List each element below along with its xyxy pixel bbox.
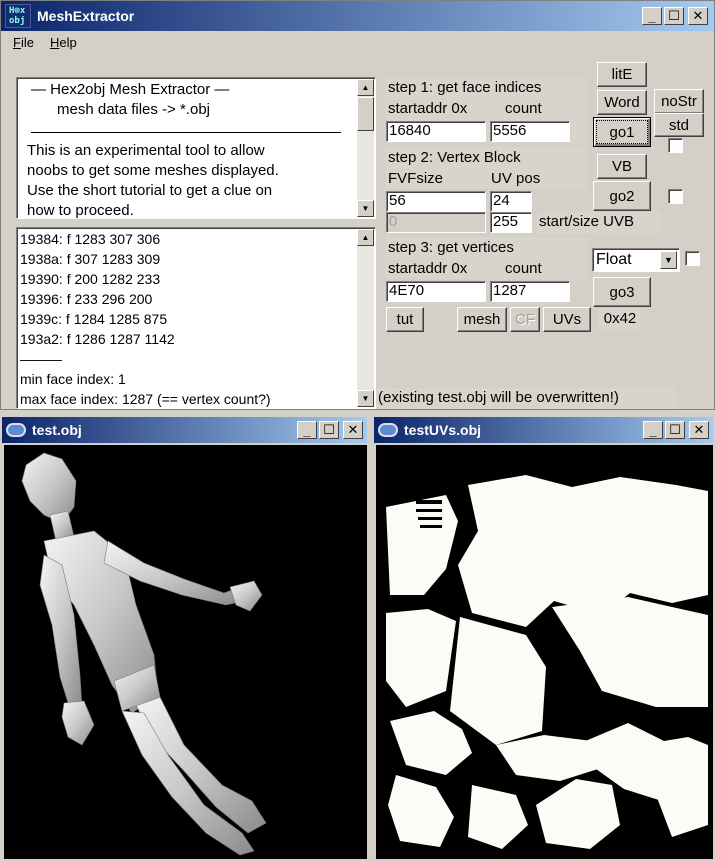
hex-value-label: 0x42 (598, 309, 640, 331)
status-text: (existing test.obj will be overwritten!) (376, 388, 676, 409)
description-line: This is an experimental tool to allow (27, 142, 265, 159)
go2-button[interactable]: go2 (593, 181, 651, 211)
menubar: File Help (1, 31, 714, 53)
step1-title: step 1: get face indices (388, 79, 542, 96)
menu-help[interactable]: Help (50, 35, 77, 50)
close-button[interactable]: ✕ (689, 421, 709, 439)
menu-file[interactable]: File (13, 35, 34, 50)
mesh-viewport[interactable] (4, 445, 367, 859)
mesh-window-title: test.obj (32, 422, 82, 438)
maximize-button[interactable]: ☐ (665, 421, 685, 439)
minimize-button[interactable]: _ (643, 421, 663, 439)
face-line: 19384: f 1283 307 306 (20, 231, 161, 247)
close-button[interactable]: ✕ (688, 7, 708, 25)
go3-button[interactable]: go3 (593, 277, 651, 307)
fvfsize-input[interactable]: 56 (386, 191, 486, 212)
word-button[interactable]: Word (597, 90, 647, 115)
description-line: how to proceed. (27, 202, 134, 219)
step1-count-input[interactable]: 5556 (490, 121, 570, 142)
mesh-render (21, 452, 267, 856)
fvfsize-label: FVFsize (388, 170, 444, 187)
format-checkbox[interactable] (685, 251, 700, 266)
description-heading: — Hex2obj Mesh Extractor — (31, 81, 230, 98)
main-titlebar[interactable]: H⊕x obj MeshExtractor _ ☐ ✕ (1, 1, 714, 31)
minimize-button[interactable]: _ (297, 421, 317, 439)
vb-button[interactable]: VB (597, 154, 647, 179)
uv-window-title: testUVs.obj (404, 422, 482, 438)
step3-startaddr-input[interactable]: 4E70 (386, 281, 486, 302)
maximize-button[interactable]: ☐ (664, 7, 684, 25)
step3-startaddr-label: startaddr 0x (388, 260, 468, 277)
description-scrollbar[interactable]: ▲ ▼ (357, 79, 374, 217)
face-line: 193a2: f 1286 1287 1142 (20, 331, 175, 347)
mesh-titlebar[interactable]: test.obj _ ☐ ✕ (2, 417, 367, 443)
min-face-index: min face index: 1 (20, 371, 126, 387)
face-line: 1938a: f 307 1283 309 (20, 251, 161, 267)
window-title: MeshExtractor (37, 8, 135, 24)
tut-button[interactable]: tut (386, 307, 424, 332)
face-separator: ——— (20, 351, 62, 367)
chevron-down-icon[interactable]: ▼ (660, 251, 677, 269)
window-icon (6, 423, 26, 437)
uv-titlebar[interactable]: testUVs.obj _ ☐ ✕ (374, 417, 713, 443)
window-icon (378, 423, 398, 437)
description-line: noobs to get some meshes displayed. (27, 162, 279, 179)
uvpos-label: UV pos (491, 170, 541, 187)
main-window: H⊕x obj MeshExtractor _ ☐ ✕ File Help — … (0, 0, 715, 410)
nostr-button[interactable]: noStr (654, 89, 704, 114)
face-line: 19390: f 200 1282 233 (20, 271, 161, 287)
face-line: 19396: f 233 296 200 (20, 291, 153, 307)
scroll-down-icon[interactable]: ▼ (357, 200, 374, 217)
face-log-scrollbar[interactable]: ▲ ▼ (357, 229, 374, 407)
max-face-index: max face index: 1287 (== vertex count?) (20, 391, 271, 407)
description-line: Use the short tutorial to get a clue on (27, 182, 273, 199)
step1-count-label: count (505, 100, 542, 117)
std-checkbox[interactable] (668, 138, 683, 153)
std-button[interactable]: std (654, 113, 704, 137)
uv-window: testUVs.obj _ ☐ ✕ (372, 415, 715, 861)
go2-checkbox[interactable] (668, 189, 683, 204)
scroll-thumb[interactable] (357, 97, 374, 131)
format-select-value: Float (596, 251, 632, 268)
step1-startaddr-input[interactable]: 16840 (386, 121, 486, 142)
format-select[interactable]: Float ▼ (592, 248, 680, 272)
app-icon: H⊕x obj (5, 4, 31, 28)
description-panel: — Hex2obj Mesh Extractor — mesh data fil… (16, 77, 376, 219)
uv-viewport[interactable] (376, 445, 713, 859)
mesh-button[interactable]: mesh (457, 307, 507, 332)
step3-title: step 3: get vertices (388, 239, 514, 256)
minimize-button[interactable]: _ (642, 7, 662, 25)
face-log-panel: 19384: f 1283 307 306 1938a: f 307 1283 … (16, 227, 376, 409)
scroll-up-icon[interactable]: ▲ (357, 229, 374, 246)
step1-startaddr-label: startaddr 0x (388, 100, 468, 117)
uvb-start-input: 0 (386, 212, 486, 233)
uvs-button[interactable]: UVs (543, 307, 591, 332)
scroll-up-icon[interactable]: ▲ (357, 79, 374, 96)
go1-button[interactable]: go1 (593, 117, 651, 147)
cf-button: CF (510, 307, 540, 332)
uvb-label: start/size UVB (537, 212, 661, 234)
description-subheading: mesh data files -> *.obj (57, 101, 210, 118)
maximize-button[interactable]: ☐ (319, 421, 339, 439)
step2-title: step 2: Vertex Block (388, 149, 521, 166)
face-line: 1939c: f 1284 1285 875 (20, 311, 168, 327)
step3-count-input[interactable]: 1287 (490, 281, 570, 302)
scroll-down-icon[interactable]: ▼ (357, 390, 374, 407)
uv-render (386, 475, 708, 849)
close-button[interactable]: ✕ (343, 421, 363, 439)
step3-count-label: count (505, 260, 542, 277)
uvpos-input[interactable]: 24 (490, 191, 532, 212)
description-divider (31, 132, 341, 133)
uvb-size-input[interactable]: 255 (490, 212, 532, 233)
lite-button[interactable]: litE (597, 62, 647, 87)
mesh-window: test.obj _ ☐ ✕ (0, 415, 369, 861)
